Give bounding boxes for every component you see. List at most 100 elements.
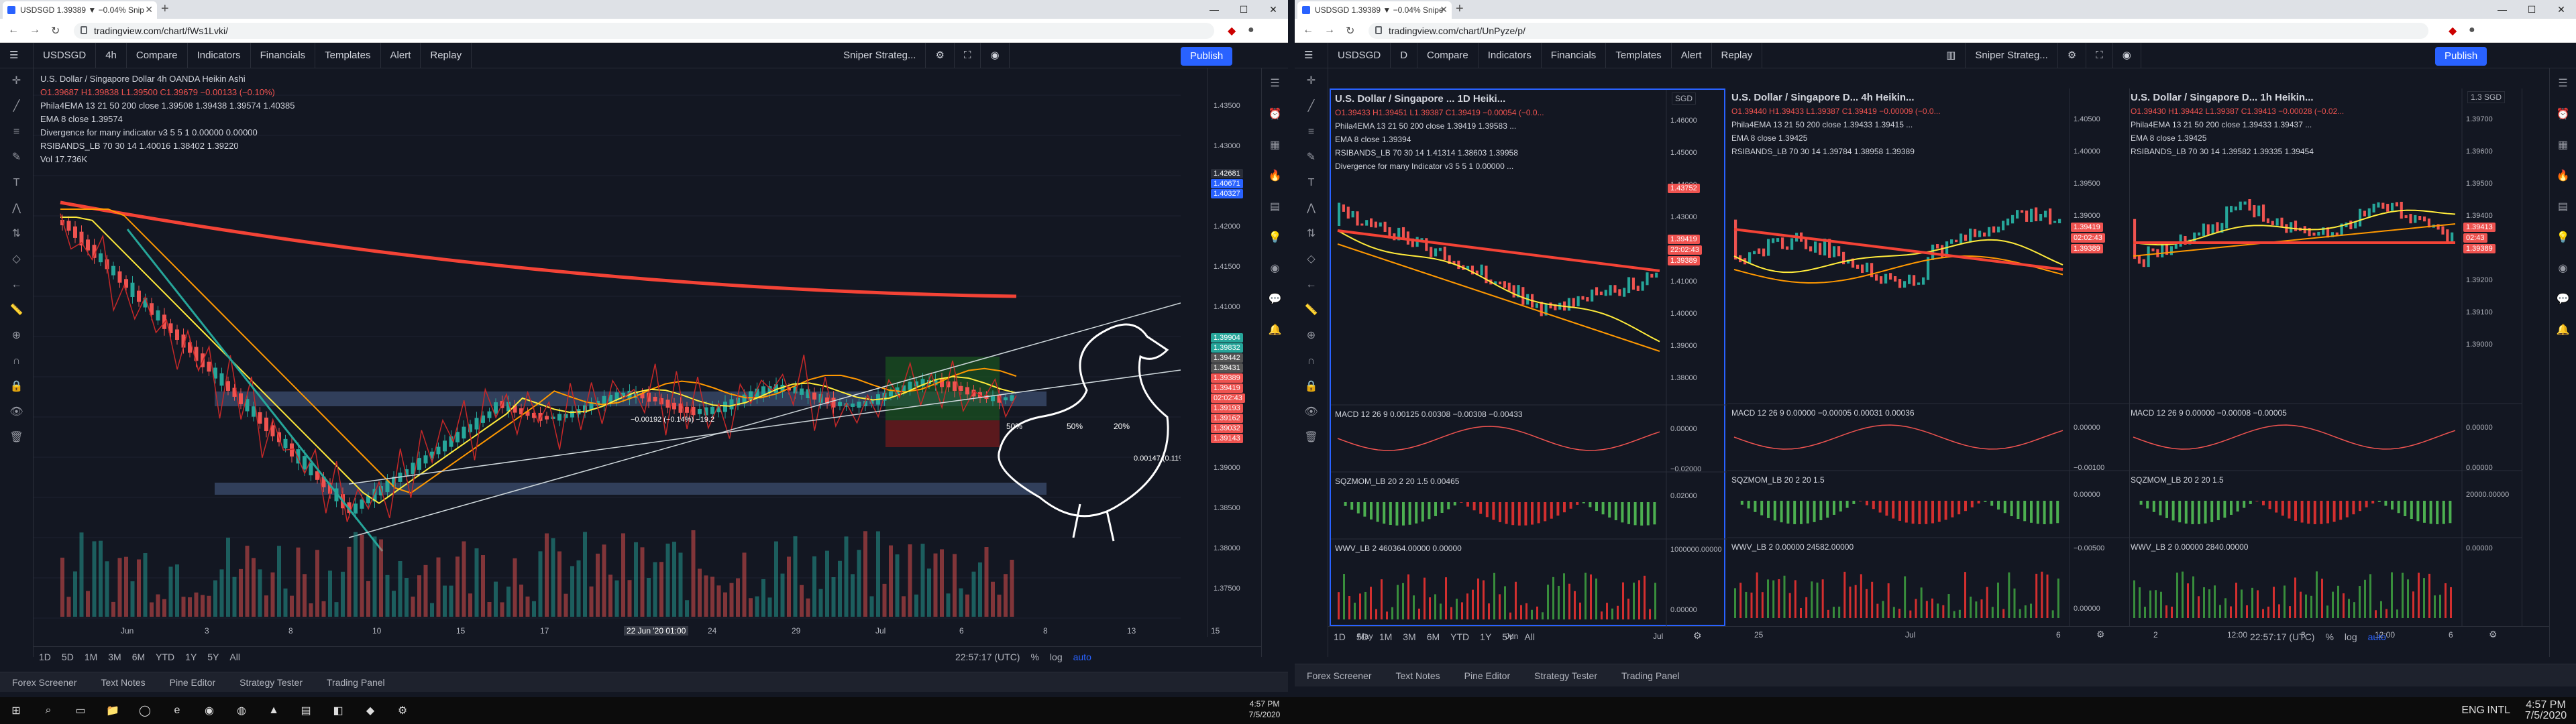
menu-icon[interactable]: ☰ [0, 42, 34, 68]
tab-trading-panel[interactable]: Trading Panel [1609, 670, 1692, 681]
extension-icon[interactable]: ◆ [2449, 24, 2457, 38]
streams-icon[interactable]: ◉ [2550, 253, 2576, 284]
financials-button-right[interactable]: Financials [1542, 42, 1607, 68]
time-axis[interactable]: Jun 3 8 10 15 17 22 Jun '20 01:00 24 29 Jul 6 8 13 15 [34, 623, 1220, 640]
log-toggle[interactable]: log [1044, 652, 1068, 662]
range-3m[interactable]: 3M [103, 652, 126, 662]
task-view-icon[interactable]: ▭ [64, 704, 97, 717]
chrome-icon[interactable]: ◍ [225, 704, 258, 717]
financials-button[interactable]: Financials [251, 42, 316, 68]
start-icon[interactable]: ⊞ [0, 704, 32, 717]
watchlist-icon[interactable]: ☰ [2550, 68, 2576, 99]
percent-toggle[interactable]: % [2320, 631, 2339, 642]
close-window-icon[interactable]: ✕ [1258, 0, 1288, 19]
range-1y[interactable]: 1Y [1474, 631, 1497, 642]
utc-clock[interactable]: 22:57:17 (UTC) [950, 652, 1025, 662]
brush-icon[interactable]: ✎ [1295, 145, 1328, 170]
range-5d[interactable]: 5D [1351, 631, 1374, 642]
range-3m[interactable]: 3M [1397, 631, 1421, 642]
tab-text-notes[interactable]: Text Notes [89, 677, 157, 688]
alert-button-right[interactable]: Alert [1672, 42, 1712, 68]
back-icon[interactable]: ← [1303, 24, 1313, 36]
back-arrow-icon[interactable]: ← [1295, 272, 1328, 298]
eye-icon[interactable]: 👁 [0, 400, 33, 425]
lock-tools-icon[interactable]: 🔒 [1295, 374, 1328, 400]
tab-text-notes[interactable]: Text Notes [1383, 670, 1452, 681]
range-all[interactable]: All [224, 652, 246, 662]
range-1d[interactable]: 1D [1328, 631, 1351, 642]
search-icon[interactable]: ⌕ [32, 705, 64, 717]
ruler-icon[interactable]: 📏 [1295, 298, 1328, 323]
strategy-select[interactable]: Sniper Strateg... [834, 42, 926, 68]
hotlist-icon[interactable]: 🔥 [2550, 161, 2576, 192]
alerts-icon[interactable]: ⏰ [1262, 99, 1288, 130]
url-field-right[interactable]: tradingview.com/chart/UnPyze/p/ [1368, 23, 2428, 39]
range-ytd[interactable]: YTD [150, 652, 180, 662]
tab-forex-screener[interactable]: Forex Screener [1295, 670, 1383, 681]
opera-icon[interactable]: ◯ [129, 704, 161, 717]
ideas-icon[interactable]: 💡 [1262, 223, 1288, 253]
settings-app-icon[interactable]: ⚙ [386, 704, 419, 717]
pattern-icon[interactable]: ⋀ [0, 196, 33, 221]
chat-icon[interactable]: 💬 [2550, 284, 2576, 315]
fullscreen-icon[interactable]: ⛶ [2086, 42, 2113, 68]
close-tab-icon[interactable]: ✕ [145, 4, 153, 15]
reload-icon[interactable]: ↻ [51, 24, 60, 38]
zoom-icon[interactable]: ⊕ [0, 323, 33, 349]
reload-icon[interactable]: ↻ [1346, 24, 1354, 38]
templates-button-right[interactable]: Templates [1606, 42, 1672, 68]
menu-icon[interactable]: ☰ [1295, 42, 1328, 68]
mini-chart-2[interactable]: U.S. Dollar / Singapore D... 4h Heikin..… [1727, 88, 2130, 640]
auto-toggle[interactable]: auto [2363, 631, 2392, 642]
strategy-select-right[interactable]: Sniper Strateg... [1966, 42, 2058, 68]
system-clock[interactable]: 4:57 PM 7/5/2020 [2516, 700, 2576, 721]
camera-icon[interactable]: ◉ [2113, 42, 2141, 68]
utc-clock-right[interactable]: 22:57:17 (UTC) [2245, 631, 2320, 642]
symbol-search[interactable]: USDSGD [34, 42, 97, 68]
browser-tab-right[interactable]: USDSGD 1.39389 ▼ −0.04% Snipe ✕ [1297, 1, 1452, 19]
replay-button[interactable]: Replay [421, 42, 472, 68]
compare-button-right[interactable]: Compare [1417, 42, 1479, 68]
indicators-button-right[interactable]: Indicators [1479, 42, 1542, 68]
trash-icon[interactable]: 🗑 [1295, 425, 1328, 450]
range-6m[interactable]: 6M [1421, 631, 1445, 642]
trendline-icon[interactable]: ╱ [1295, 94, 1328, 119]
minimize-icon[interactable]: — [2487, 0, 2517, 19]
alert-button[interactable]: Alert [381, 42, 421, 68]
range-6m[interactable]: 6M [127, 652, 150, 662]
new-tab-icon[interactable]: + [1456, 1, 1464, 17]
tab-pine-editor[interactable]: Pine Editor [1452, 670, 1522, 681]
symbol-search-right[interactable]: USDSGD [1328, 42, 1391, 68]
new-tab-icon[interactable]: + [161, 1, 169, 17]
maximize-icon[interactable]: ☐ [2517, 0, 2546, 19]
shapes-icon[interactable]: ◇ [1295, 247, 1328, 272]
ruler-icon[interactable]: 📏 [0, 298, 33, 323]
price-axis[interactable]: 1.435001.430001.425001.420001.415001.410… [1208, 68, 1261, 637]
file-explorer-icon[interactable]: 📁 [97, 704, 129, 717]
minimize-icon[interactable]: — [1199, 0, 1229, 19]
replay-button-right[interactable]: Replay [1712, 42, 1763, 68]
settings-icon[interactable]: ⚙ [926, 42, 955, 68]
range-ytd[interactable]: YTD [1445, 631, 1474, 642]
templates-button[interactable]: Templates [315, 42, 381, 68]
range-5y[interactable]: 5Y [1497, 631, 1519, 642]
interval-button[interactable]: 4h [96, 42, 127, 68]
browser-tab[interactable]: USDSGD 1.39389 ▼ −0.04% Snip ✕ [3, 1, 157, 19]
notifications-icon[interactable]: 🔔 [1262, 315, 1288, 346]
fib-icon[interactable]: ≡ [0, 119, 33, 145]
url-field[interactable]: tradingview.com/chart/fWs1Lvki/ [74, 23, 1214, 39]
shapes-icon[interactable]: ◇ [0, 247, 33, 272]
crosshair-icon[interactable]: ✛ [0, 68, 33, 94]
tab-strategy-tester[interactable]: Strategy Tester [227, 677, 315, 688]
text-icon[interactable]: T [0, 170, 33, 196]
trash-icon[interactable]: 🗑 [0, 425, 33, 450]
trendline-icon[interactable]: ╱ [0, 94, 33, 119]
range-5d[interactable]: 5D [56, 652, 79, 662]
chat-icon[interactable]: 💬 [1262, 284, 1288, 315]
mini-chart-1[interactable]: U.S. Dollar / Singapore ... 1D Heiki... O… [1330, 88, 1727, 641]
calendar-icon[interactable]: ▤ [2550, 192, 2576, 223]
notifications-icon[interactable]: 🔔 [2550, 315, 2576, 346]
prediction-icon[interactable]: ⇅ [1295, 221, 1328, 247]
auto-toggle[interactable]: auto [1068, 652, 1097, 662]
publish-button[interactable]: Publish [1181, 47, 1233, 66]
